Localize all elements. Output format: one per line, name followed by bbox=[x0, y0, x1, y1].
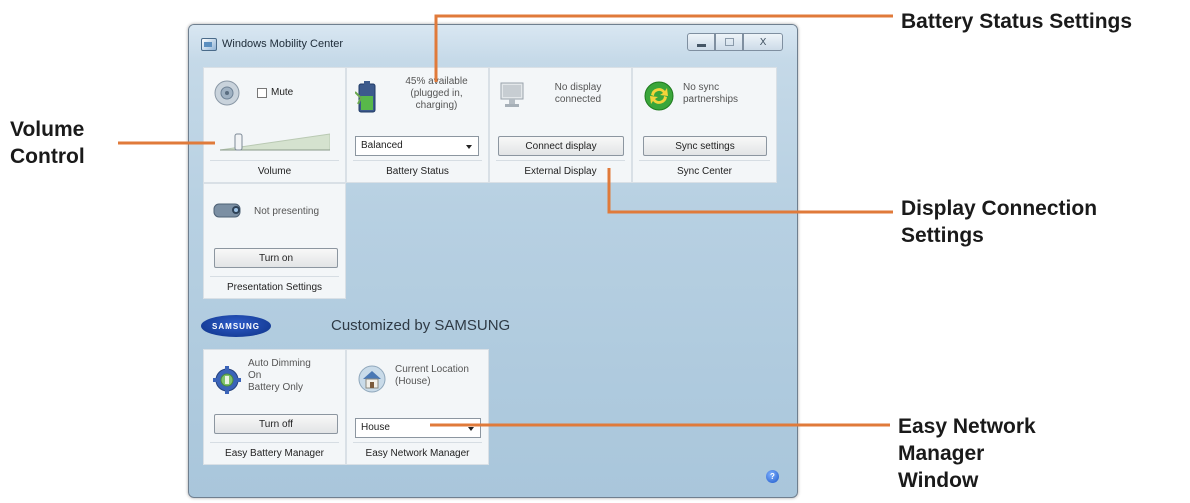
auto-dimming-gear-icon bbox=[213, 366, 241, 394]
mobility-center-window: Windows Mobility Center X Mute Volume 45… bbox=[188, 24, 798, 498]
sync-status-text: No sync partnerships bbox=[683, 82, 739, 105]
sync-center-tile-label: Sync Center bbox=[639, 160, 770, 182]
volume-slider[interactable] bbox=[220, 132, 330, 152]
auto-dimming-line3: Battery Only bbox=[248, 382, 304, 393]
power-plan-dropdown[interactable]: Balanced bbox=[355, 136, 479, 156]
minimize-icon bbox=[696, 43, 706, 47]
annotation-battery-status: Battery Status Settings bbox=[901, 10, 1133, 33]
window-title: Windows Mobility Center bbox=[222, 38, 344, 50]
easy-battery-manager-tile: Auto Dimming On Battery Only Turn off Ea… bbox=[203, 349, 346, 465]
speaker-icon bbox=[214, 80, 240, 106]
easy-network-manager-tile: Current Location (House) House Easy Netw… bbox=[346, 349, 489, 465]
presentation-tile-label: Presentation Settings bbox=[210, 276, 339, 298]
location-dropdown[interactable]: House bbox=[355, 418, 481, 438]
close-icon: X bbox=[759, 36, 767, 48]
projector-icon bbox=[213, 203, 241, 218]
display-status-text: No display connected bbox=[554, 82, 602, 105]
auto-dimming-line1: Auto Dimming bbox=[248, 358, 311, 369]
sync-settings-button[interactable]: Sync settings bbox=[643, 136, 767, 156]
annotation-volume-line1: Volume bbox=[10, 118, 85, 141]
help-icon[interactable]: ? bbox=[766, 470, 779, 483]
maximize-icon bbox=[724, 38, 734, 46]
mute-label: Mute bbox=[271, 87, 294, 98]
battery-icon bbox=[355, 81, 376, 113]
easy-battery-manager-label: Easy Battery Manager bbox=[210, 442, 339, 464]
annotation-network-line3: Window bbox=[898, 469, 979, 492]
samsung-logo: SAMSUNG bbox=[201, 315, 271, 337]
chevron-down-icon bbox=[466, 145, 472, 149]
network-location-line2: (House) bbox=[395, 376, 431, 387]
battery-tile: 45% available (plugged in, charging) Bal… bbox=[346, 67, 489, 183]
battery-status-text: 45% available (plugged in, charging) bbox=[405, 76, 468, 111]
presentation-tile: Not presenting Turn on Presentation Sett… bbox=[203, 183, 346, 299]
annotation-display-line2: Settings bbox=[901, 224, 984, 247]
maximize-button[interactable] bbox=[715, 33, 743, 51]
volume-tile-label: Volume bbox=[210, 160, 339, 182]
easy-network-manager-label: Easy Network Manager bbox=[353, 442, 482, 464]
house-icon bbox=[358, 365, 386, 393]
window-controls: X bbox=[687, 33, 783, 51]
customized-by-text: Customized by SAMSUNG bbox=[331, 317, 511, 334]
annotation-volume-control: Volume Control bbox=[10, 116, 85, 170]
presentation-turn-on-button[interactable]: Turn on bbox=[214, 248, 338, 268]
turn-off-button[interactable]: Turn off bbox=[214, 414, 338, 434]
volume-tile: Mute Volume bbox=[203, 67, 346, 183]
power-plan-value: Balanced bbox=[361, 140, 403, 151]
sync-icon bbox=[644, 81, 674, 111]
app-icon bbox=[201, 38, 217, 51]
annotation-easy-network: Easy Network Manager Window bbox=[898, 413, 1036, 494]
auto-dimming-line2: On bbox=[248, 370, 262, 381]
network-location-line1: Current Location bbox=[395, 364, 469, 375]
title-bar[interactable]: Windows Mobility Center X bbox=[189, 25, 797, 61]
annotation-network-line1: Easy Network bbox=[898, 415, 1036, 438]
external-display-tile: No display connected Connect display Ext… bbox=[489, 67, 632, 183]
annotation-network-line2: Manager bbox=[898, 442, 985, 465]
chevron-down-icon bbox=[468, 427, 474, 431]
minimize-button[interactable] bbox=[687, 33, 715, 51]
monitor-icon bbox=[500, 82, 524, 107]
sync-center-tile: No sync partnerships Sync settings Sync … bbox=[632, 67, 777, 183]
connect-display-button[interactable]: Connect display bbox=[498, 136, 624, 156]
annotation-volume-line2: Control bbox=[10, 145, 85, 168]
annotation-display-line1: Display Connection bbox=[901, 197, 1098, 220]
battery-tile-label: Battery Status bbox=[353, 160, 482, 182]
volume-slider-thumb[interactable] bbox=[234, 133, 243, 151]
presentation-status-text: Not presenting bbox=[254, 206, 320, 217]
external-display-tile-label: External Display bbox=[496, 160, 625, 182]
close-button[interactable]: X bbox=[743, 33, 783, 51]
annotation-display-connection: Display Connection Settings bbox=[901, 195, 1097, 249]
mute-checkbox[interactable] bbox=[257, 88, 267, 98]
location-value: House bbox=[361, 422, 390, 433]
